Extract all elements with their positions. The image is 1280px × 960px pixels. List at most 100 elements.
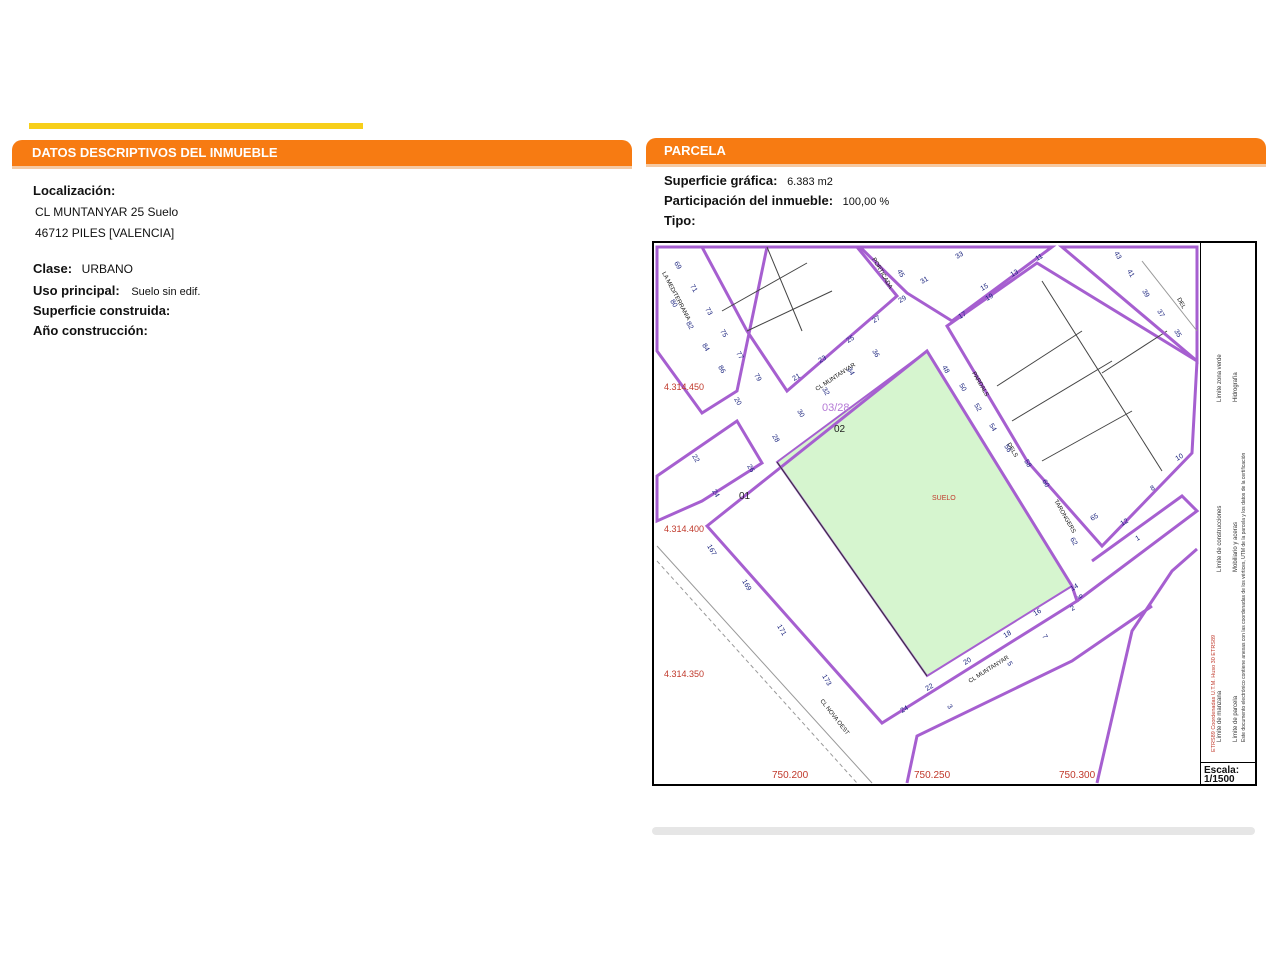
lot-line <box>1011 360 1113 422</box>
house-number: 50 <box>957 383 967 393</box>
house-number: 3 <box>945 704 953 711</box>
legend-item: Límite de manzana <box>1217 690 1223 742</box>
house-number: 54 <box>987 423 997 433</box>
main-use-label: Uso principal: <box>33 283 120 298</box>
house-number: 22 <box>690 454 700 464</box>
address-line-1: CL MUNTANYAR 25 Suelo <box>35 205 179 219</box>
map-drawing: 4.314.450 4.314.400 4.314.350 750.200 75… <box>655 245 1200 784</box>
coord-x-300: 750.300 <box>1059 770 1096 781</box>
house-number: 29 <box>898 295 908 305</box>
legend-item: Mobiliario y aceras <box>1233 522 1239 572</box>
cadastral-map: 4.314.450 4.314.400 4.314.350 750.200 75… <box>652 241 1257 786</box>
coord-y-350: 4.314.350 <box>664 669 704 679</box>
yellow-accent-bar <box>29 123 363 129</box>
legend-item: Límite de parcela <box>1233 695 1239 742</box>
house-number: 73 <box>703 307 713 317</box>
parcel-header: PARCELA <box>646 138 1266 167</box>
house-number: 28 <box>770 434 780 444</box>
main-use-row: Uso principal: Suelo sin edif. <box>33 283 200 298</box>
lot-line <box>766 246 803 332</box>
house-number: 33 <box>955 251 965 261</box>
house-number: 30 <box>795 409 805 419</box>
legend-item: Límite de construcciones <box>1217 506 1223 572</box>
house-number: 167 <box>705 544 717 558</box>
graphic-area-label: Superficie gráfica: <box>664 173 778 188</box>
graphic-area-value: 6.383 m2 <box>787 176 833 188</box>
house-number: 69 <box>672 261 682 271</box>
street-la-mediterrania: LA MEDITERRANIA <box>660 271 691 322</box>
coord-y-400: 4.314.400 <box>664 524 704 534</box>
sub-parcel-01: 01 <box>739 491 751 502</box>
house-number: 169 <box>740 579 752 593</box>
house-number: 25 <box>846 335 856 345</box>
block-left <box>655 418 765 524</box>
house-number: 71 <box>688 284 698 294</box>
legend-item: Hidrografía <box>1233 372 1239 402</box>
house-number: 86 <box>716 365 726 375</box>
house-number: 39 <box>1140 289 1150 299</box>
house-number: 52 <box>972 403 982 413</box>
house-number: 1 <box>1135 535 1142 543</box>
sub-parcel-02: 02 <box>834 424 846 435</box>
house-number: 173 <box>820 674 832 688</box>
house-number: 84 <box>700 343 710 353</box>
participation-label: Participación del inmueble: <box>664 193 834 208</box>
parcel-reference: 03/28 <box>822 402 850 414</box>
street-nova-oest: CL NOVA OEST <box>818 699 850 737</box>
header-shadow <box>646 164 1266 167</box>
street-top-left: PORTICADA <box>870 257 893 290</box>
house-number: 2 <box>1070 605 1077 613</box>
main-use-value: Suelo sin edif. <box>131 286 201 298</box>
scale-value: 1/1500 <box>1204 774 1235 785</box>
street-pardals: PARDALS <box>970 371 989 398</box>
legend-drawing: Límite de manzana Límite de parcela Límite… <box>1211 354 1247 752</box>
house-number: 45 <box>895 269 905 279</box>
house-number: 36 <box>870 349 880 359</box>
type-label: Tipo: <box>664 213 696 228</box>
lot-line <box>996 330 1083 387</box>
header-shadow <box>12 166 632 169</box>
house-number: 20 <box>732 397 742 407</box>
house-number: 82 <box>684 321 694 331</box>
parcel-title: PARCELA <box>664 143 726 158</box>
lot-line <box>1101 330 1168 374</box>
descriptive-data-title: DATOS DESCRIPTIVOS DEL INMUEBLE <box>32 145 278 160</box>
parcel-label: SUELO <box>932 495 956 502</box>
location-label: Localización: <box>33 183 116 198</box>
lot-line <box>746 290 833 332</box>
house-number: 65 <box>1090 513 1100 523</box>
coord-x-250: 750.250 <box>914 770 951 781</box>
house-number: 75 <box>718 329 728 339</box>
house-number: 31 <box>920 276 930 286</box>
lot-line <box>1041 410 1133 462</box>
house-number: 43 <box>1112 251 1122 261</box>
bottom-divider <box>652 827 1255 835</box>
legend-coords: ETRS89 Coordenadas U.T.M. Huso 30 ETRS89 <box>1211 635 1217 752</box>
lot-line <box>1041 280 1163 472</box>
graphic-area-row: Superficie gráfica: 6.383 m2 <box>664 173 833 188</box>
lot-line <box>721 262 808 312</box>
house-number: 41 <box>1125 269 1135 279</box>
class-row: Clase: URBANO <box>33 261 133 276</box>
street-right: DEL <box>1175 297 1186 311</box>
participation-row: Participación del inmueble: 100,00 % <box>664 193 889 208</box>
street-muntanyar-bottom: CL MUNTANYAR <box>968 655 1011 685</box>
built-area-label: Superficie construida: <box>33 303 171 318</box>
participation-value: 100,00 % <box>842 196 890 208</box>
house-number: 171 <box>775 624 787 638</box>
block-top-middle <box>699 245 900 394</box>
class-label: Clase: <box>33 261 73 276</box>
class-value: URBANO <box>81 262 133 276</box>
house-number: 7 <box>1040 634 1048 641</box>
legend-items: Límite de manzana Límite de parcela Límite… <box>1217 354 1239 742</box>
construction-year-label: Año construcción: <box>33 323 148 338</box>
house-number: 37 <box>1155 309 1165 319</box>
descriptive-data-header: DATOS DESCRIPTIVOS DEL INMUEBLE <box>12 140 632 169</box>
address-line-2: 46712 PILES [VALENCIA] <box>35 226 175 240</box>
legend-note: Este documento electrónico contiene anex… <box>1241 452 1247 742</box>
coord-x-200: 750.200 <box>772 770 809 781</box>
coord-y-450: 4.314.450 <box>664 382 704 392</box>
street-curb <box>1095 547 1198 784</box>
house-number: 35 <box>1172 329 1182 339</box>
map-legend: Límite de manzana Límite de parcela Límite… <box>1200 242 1257 762</box>
